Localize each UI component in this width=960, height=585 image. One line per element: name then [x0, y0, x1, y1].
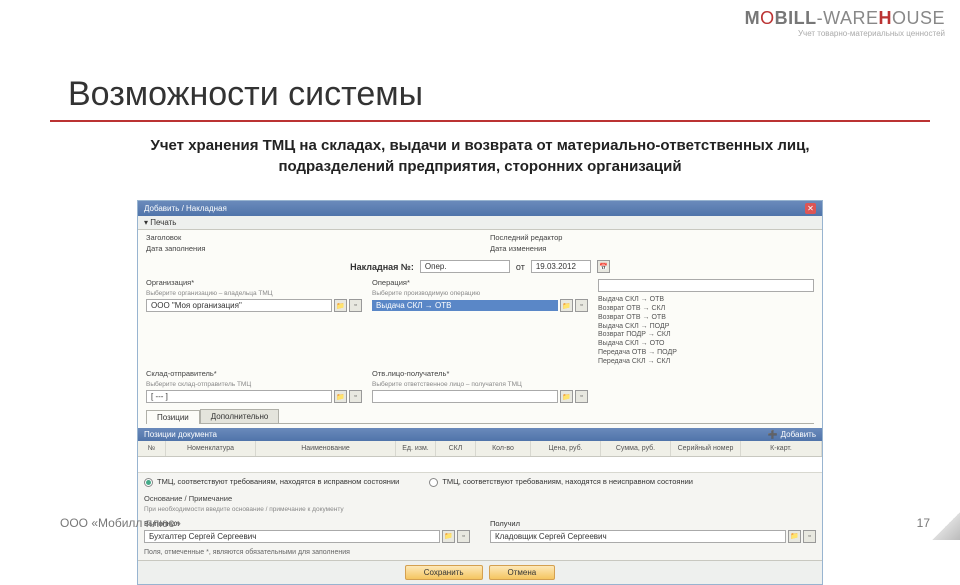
tabs: Позиции Дополнительно — [146, 409, 814, 424]
folder-icon[interactable]: 📁 — [334, 299, 347, 312]
tab-positions[interactable]: Позиции — [146, 410, 200, 424]
folder-icon[interactable]: 📁 — [560, 390, 573, 403]
operation-label: Операция* — [372, 279, 588, 288]
calendar-icon[interactable]: 📅 — [597, 260, 610, 273]
brand-logo: MOBILL-WAREHOUSE Учет товарно-материальн… — [745, 8, 945, 38]
cancel-button[interactable]: Отмена — [489, 565, 556, 580]
doc-date-input[interactable]: 19.03.2012 — [531, 260, 591, 273]
operation-selected[interactable]: Выдача СКЛ → ОТВ — [372, 300, 558, 311]
document-header: Накладная №: Опер. от 19.03.2012 📅 — [146, 260, 814, 273]
signer1-input[interactable]: Бухгалтер Сергей Сергеевич — [144, 530, 440, 543]
close-icon[interactable]: ✕ — [805, 203, 816, 214]
clear-icon[interactable]: ▫ — [575, 299, 588, 312]
title-underline — [50, 120, 930, 122]
warehouse-label: Склад-отправитель* — [146, 370, 362, 379]
page-curl — [932, 512, 960, 540]
toolbar: ▾ Печать — [138, 216, 822, 230]
radio-ok[interactable] — [144, 478, 153, 487]
slide-footer: ООО «Мобилл плюс» 17 — [60, 516, 930, 530]
save-button[interactable]: Сохранить — [405, 565, 483, 580]
page-number: 17 — [917, 516, 930, 530]
clear-icon[interactable]: ▫ — [349, 299, 362, 312]
slide-title: Возможности системы — [68, 75, 423, 114]
section-header: Позиции документа ➕Добавить — [138, 428, 822, 441]
recipient-input[interactable] — [372, 390, 558, 403]
folder-icon[interactable]: 📁 — [334, 390, 347, 403]
slide-subtitle: Учет хранения ТМЦ на складах, выдачи и в… — [60, 135, 900, 177]
doc-number-input[interactable]: Опер. — [420, 260, 510, 273]
folder-icon[interactable]: 📁 — [442, 530, 455, 543]
grid-header: №НоменклатураНаименованиеЕд. изм.СКЛКол-… — [138, 441, 822, 457]
clear-icon[interactable]: ▫ — [575, 390, 588, 403]
print-button[interactable]: ▾ Печать — [144, 218, 176, 227]
folder-icon[interactable]: 📁 — [560, 299, 573, 312]
folder-icon[interactable]: 📁 — [788, 530, 801, 543]
org-label: Организация* — [146, 279, 362, 288]
window-titlebar: Добавить / Накладная ✕ — [138, 201, 822, 216]
basis-label: Основание / Примечание — [144, 495, 816, 504]
grid-body — [138, 457, 822, 473]
clear-icon[interactable]: ▫ — [803, 530, 816, 543]
tab-additional[interactable]: Дополнительно — [200, 409, 280, 423]
add-button[interactable]: ➕Добавить — [768, 430, 816, 439]
aux-input[interactable] — [598, 279, 814, 292]
org-input[interactable]: ООО "Моя организация" — [146, 299, 332, 312]
radio-bad[interactable] — [429, 478, 438, 487]
editor-label: Последний редактор — [490, 234, 814, 243]
operation-list: Выдача СКЛ → ОТВВозврат ОТВ → СКЛВозврат… — [598, 296, 814, 366]
signer2-input[interactable]: Кладовщик Сергей Сергеевич — [490, 530, 786, 543]
clear-icon[interactable]: ▫ — [457, 530, 470, 543]
author-label: Заголовок — [146, 234, 470, 243]
warehouse-input[interactable]: [ --- ] — [146, 390, 332, 403]
recipient-label: Отв.лицо-получатель* — [372, 370, 588, 379]
clear-icon[interactable]: ▫ — [349, 390, 362, 403]
plus-icon: ➕ — [768, 430, 778, 439]
window-title: Добавить / Накладная — [144, 204, 227, 213]
required-note: Поля, отмеченные *, являются обязательны… — [138, 545, 822, 560]
